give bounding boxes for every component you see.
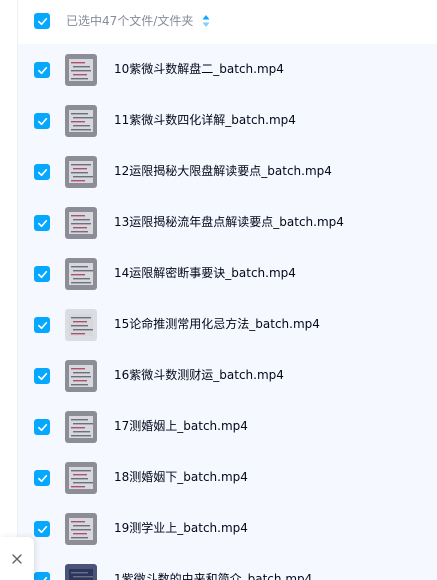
file-row[interactable]: 1紫微斗数的由来和简介_batch.mp4 <box>18 554 437 580</box>
check-icon <box>37 270 47 278</box>
select-all-checkbox[interactable] <box>34 13 50 29</box>
video-thumbnail <box>65 207 97 239</box>
video-thumbnail <box>65 258 97 290</box>
file-row[interactable]: 16紫微斗数测财运_batch.mp4 <box>18 350 437 401</box>
file-name[interactable]: 15论命推测常用化忌方法_batch.mp4 <box>114 316 320 333</box>
file-row[interactable]: 17测婚姻上_batch.mp4 <box>18 401 437 452</box>
file-row[interactable]: 10紫微斗数解盘二_batch.mp4 <box>18 44 437 95</box>
check-icon <box>37 321 47 329</box>
file-name[interactable]: 1紫微斗数的由来和简介_batch.mp4 <box>114 571 312 580</box>
file-name[interactable]: 18测婚姻下_batch.mp4 <box>114 469 248 486</box>
file-checkbox[interactable] <box>34 368 50 384</box>
selection-count-text: 已选中47个文件/文件夹 <box>66 14 194 28</box>
file-row[interactable]: 13运限揭秘流年盘点解读要点_batch.mp4 <box>18 197 437 248</box>
video-thumbnail <box>65 54 97 86</box>
file-checkbox[interactable] <box>34 215 50 231</box>
file-list: 10紫微斗数解盘二_batch.mp4 11紫微斗数四化详解_batch.mp4 1… <box>18 44 437 580</box>
file-checkbox[interactable] <box>34 164 50 180</box>
file-checkbox[interactable] <box>34 266 50 282</box>
file-checkbox[interactable] <box>34 521 50 537</box>
file-checkbox[interactable] <box>34 62 50 78</box>
file-checkbox[interactable] <box>34 572 50 580</box>
video-thumbnail <box>65 309 97 341</box>
check-icon <box>37 168 47 176</box>
check-icon <box>37 576 47 580</box>
video-thumbnail <box>65 462 97 494</box>
file-checkbox[interactable] <box>34 419 50 435</box>
video-thumbnail <box>65 564 97 580</box>
file-row[interactable]: 12运限揭秘大限盘解读要点_batch.mp4 <box>18 146 437 197</box>
check-icon <box>37 423 47 431</box>
file-name[interactable]: 16紫微斗数测财运_batch.mp4 <box>114 367 284 384</box>
file-name[interactable]: 11紫微斗数四化详解_batch.mp4 <box>114 112 296 129</box>
check-icon <box>37 66 47 74</box>
file-checkbox[interactable] <box>34 113 50 129</box>
close-button[interactable] <box>0 537 34 580</box>
check-icon <box>37 17 47 25</box>
video-thumbnail <box>65 360 97 392</box>
file-checkbox[interactable] <box>34 317 50 333</box>
video-thumbnail <box>65 411 97 443</box>
check-icon <box>37 525 47 533</box>
check-icon <box>37 474 47 482</box>
file-name[interactable]: 17测婚姻上_batch.mp4 <box>114 418 248 435</box>
file-row[interactable]: 18测婚姻下_batch.mp4 <box>18 452 437 503</box>
video-thumbnail <box>65 513 97 545</box>
video-thumbnail <box>65 156 97 188</box>
file-row[interactable]: 11紫微斗数四化详解_batch.mp4 <box>18 95 437 146</box>
file-name[interactable]: 14运限解密断事要诀_batch.mp4 <box>114 265 296 282</box>
check-icon <box>37 219 47 227</box>
video-thumbnail <box>65 105 97 137</box>
file-name[interactable]: 13运限揭秘流年盘点解读要点_batch.mp4 <box>114 214 344 231</box>
sort-icon[interactable] <box>202 14 210 28</box>
selection-header: 已选中47个文件/文件夹 <box>18 0 437 44</box>
check-icon <box>37 372 47 380</box>
file-name[interactable]: 12运限揭秘大限盘解读要点_batch.mp4 <box>114 163 332 180</box>
file-checkbox[interactable] <box>34 470 50 486</box>
file-row[interactable]: 15论命推测常用化忌方法_batch.mp4 <box>18 299 437 350</box>
file-name[interactable]: 10紫微斗数解盘二_batch.mp4 <box>114 61 284 78</box>
file-name[interactable]: 19测学业上_batch.mp4 <box>114 520 248 537</box>
close-icon <box>12 553 22 564</box>
check-icon <box>37 117 47 125</box>
file-list-panel: 已选中47个文件/文件夹 10紫微斗数解盘二_batch.mp4 11紫微斗数四化… <box>18 0 437 580</box>
left-strip <box>0 0 18 580</box>
file-row[interactable]: 14运限解密断事要诀_batch.mp4 <box>18 248 437 299</box>
file-row[interactable]: 19测学业上_batch.mp4 <box>18 503 437 554</box>
